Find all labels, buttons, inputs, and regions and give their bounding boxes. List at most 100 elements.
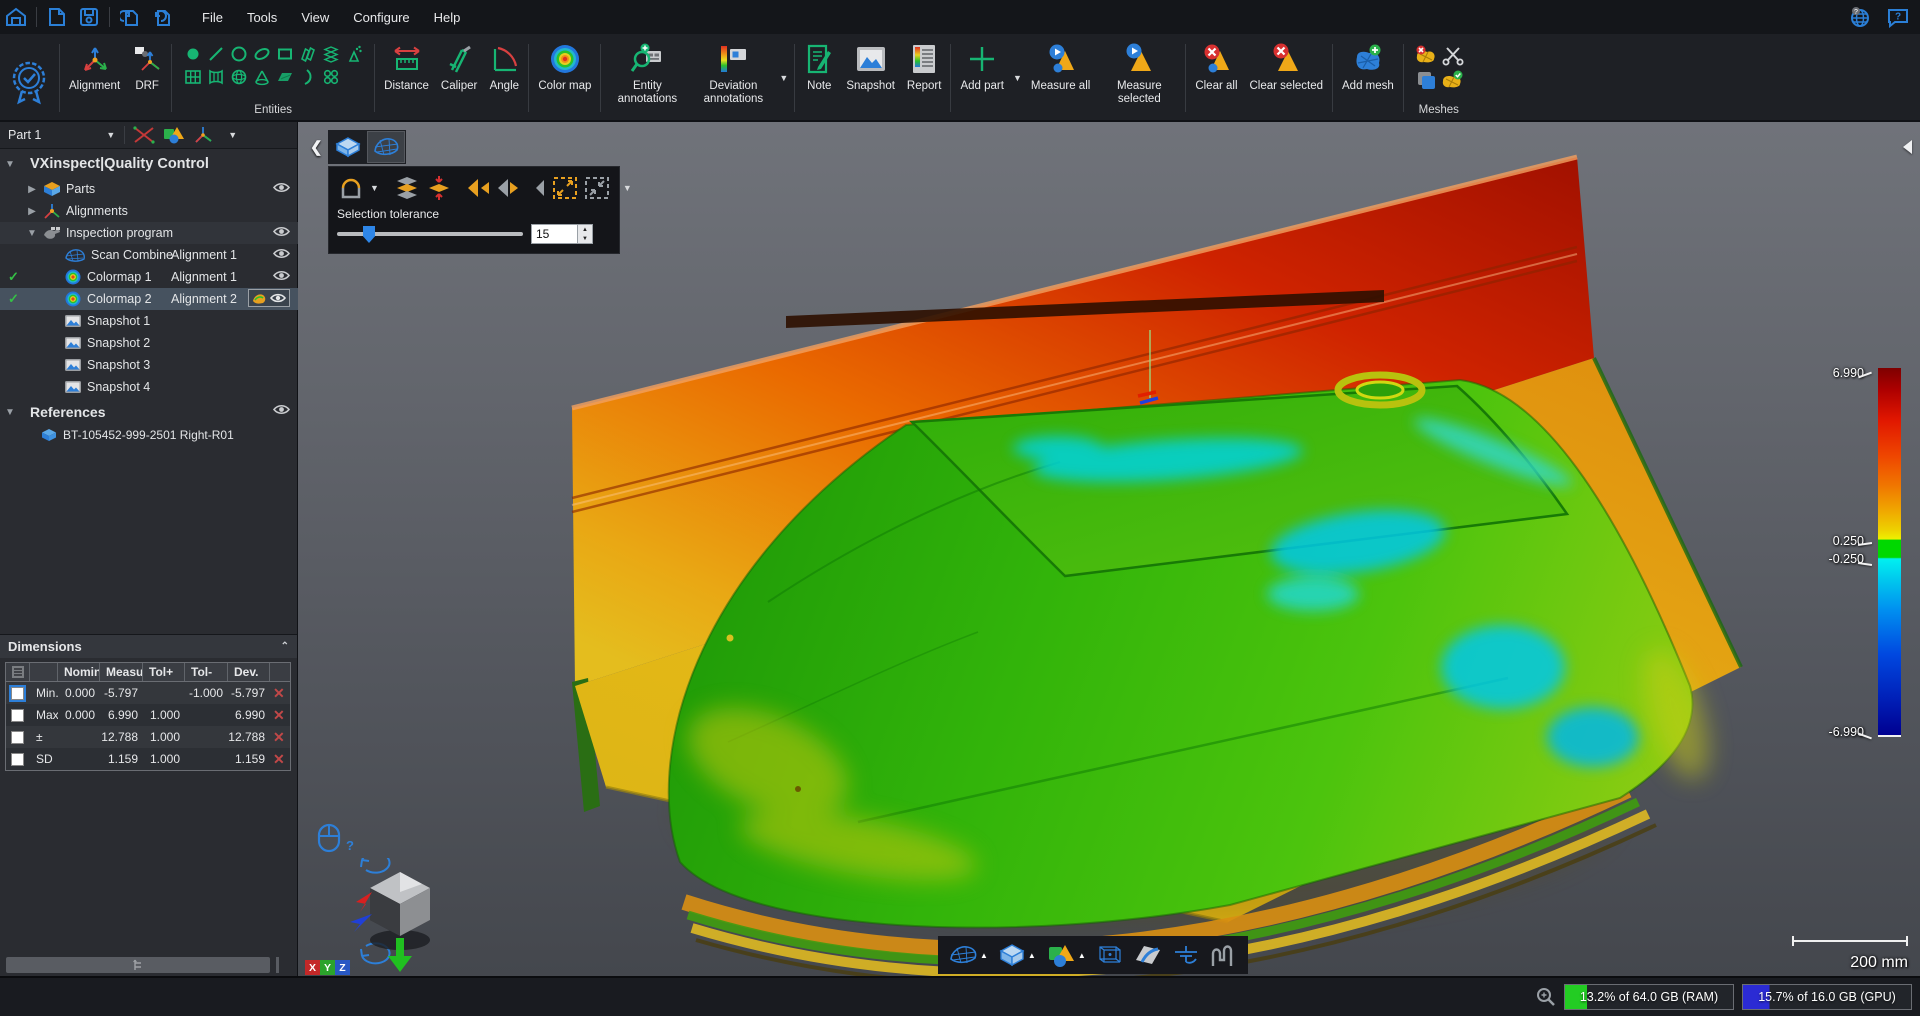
entity-grid-button[interactable] — [183, 62, 203, 92]
visibility-eye-icon[interactable] — [269, 291, 287, 305]
tree-item-scan-combine[interactable]: Scan Combine Alignment 1 — [0, 244, 298, 266]
home-button[interactable] — [0, 4, 32, 30]
collapse-chevron-icon[interactable]: ⌃ — [281, 641, 289, 652]
row-checkbox[interactable] — [11, 753, 24, 766]
menu-tools[interactable]: Tools — [237, 6, 287, 29]
menu-help[interactable]: Help — [424, 6, 471, 29]
tree-section-references[interactable]: ▼ References — [0, 400, 298, 424]
entities-filter-icon[interactable] — [161, 125, 187, 145]
entity-pattern-button[interactable] — [321, 62, 341, 92]
dimension-row-plusminus[interactable]: ± 12.788 1.000 12.788 ✕ — [6, 726, 290, 748]
angle-button[interactable]: Angle — [483, 36, 525, 120]
part-display-button[interactable]: ▲ — [996, 942, 1038, 968]
part-selector-caret[interactable]: ▼ — [103, 130, 118, 140]
selection-mode-caret[interactable]: ▼ — [367, 183, 382, 193]
clear-all-button[interactable]: Clear all — [1189, 36, 1243, 120]
dimensions-panel-header[interactable]: Dimensions ⌃ — [0, 634, 297, 658]
select-through-button[interactable] — [392, 173, 422, 203]
menu-configure[interactable]: Configure — [343, 6, 419, 29]
histogram-button[interactable] — [1208, 942, 1240, 968]
entities-display-button[interactable]: ▲ — [1044, 942, 1088, 968]
tree-item-colormap-1[interactable]: ✓ Colormap 1 Alignment 1 — [0, 266, 298, 288]
entity-cone-button[interactable] — [252, 62, 272, 92]
dimension-row-sd[interactable]: SD 1.159 1.000 1.159 ✕ — [6, 748, 290, 770]
free-selection-button[interactable] — [337, 173, 365, 203]
visibility-eye-icon[interactable] — [272, 224, 291, 239]
mesh-display-button[interactable]: ▲ — [946, 942, 990, 968]
visibility-eye-icon[interactable] — [272, 268, 291, 283]
row-checkbox[interactable] — [11, 687, 24, 700]
entity-sphere-button[interactable] — [229, 62, 249, 92]
mouse-help-button[interactable]: ? — [316, 822, 356, 856]
row-checkbox[interactable] — [11, 731, 24, 744]
measure-all-button[interactable]: Measure all — [1025, 36, 1096, 120]
tree-item-snapshot-3[interactable]: Snapshot 3 — [0, 354, 298, 376]
grow-selection-button[interactable] — [550, 173, 580, 203]
tree-item-reference-part[interactable]: BT-105452-999-2501 Right-R01 — [0, 424, 298, 446]
dropdown-caret[interactable]: ▲ — [980, 951, 988, 960]
selection-options-caret[interactable]: ▼ — [620, 183, 635, 193]
deselect-button[interactable] — [494, 173, 522, 203]
deviation-annotations-button[interactable]: Deviation annotations — [690, 36, 776, 120]
alignment-filter-icon[interactable] — [191, 125, 215, 145]
entity-surface-button[interactable] — [275, 62, 295, 92]
import-session-button[interactable] — [114, 4, 146, 30]
help-chat-button[interactable]: ? — [1882, 4, 1914, 30]
add-mesh-button[interactable]: Add mesh — [1336, 36, 1400, 120]
snapshot-button[interactable]: Snapshot — [840, 36, 901, 120]
add-part-button[interactable]: Add part — [954, 36, 1009, 120]
add-part-dropdown-caret[interactable]: ▼ — [1010, 73, 1025, 83]
dropdown-caret[interactable]: ▲ — [1028, 951, 1036, 960]
colormap-button[interactable]: Color map — [532, 36, 597, 120]
entity-point-cloud-button[interactable] — [344, 39, 364, 69]
select-visible-button[interactable] — [424, 173, 454, 203]
previous-selection-button[interactable] — [532, 173, 548, 203]
note-button[interactable]: Note — [798, 36, 840, 120]
tree-item-snapshot-1[interactable]: Snapshot 1 — [0, 310, 298, 332]
tree-item-parts[interactable]: ▶ Parts — [0, 178, 298, 200]
fail-status-icon[interactable]: ✕ — [270, 729, 285, 746]
tree-item-snapshot-2[interactable]: Snapshot 2 — [0, 332, 298, 354]
drf-button[interactable]: DRF — [126, 36, 168, 120]
navigation-cube[interactable] — [326, 858, 456, 976]
row-checkbox[interactable] — [11, 709, 24, 722]
tree-item-inspection-program[interactable]: ▼ Inspection program — [0, 222, 298, 244]
tree-root-vxinspect[interactable]: ▼ VXinspect|Quality Control — [0, 152, 298, 176]
scan-cross-icon[interactable] — [131, 125, 157, 145]
tab-mesh-view[interactable] — [368, 132, 404, 162]
tree-item-alignments[interactable]: ▶ Alignments — [0, 200, 298, 222]
export-session-button[interactable] — [146, 4, 178, 30]
shrink-selection-button[interactable] — [582, 173, 612, 203]
merge-mesh-button[interactable] — [1413, 65, 1439, 95]
menu-view[interactable]: View — [291, 6, 339, 29]
caliper-button[interactable]: Caliper — [435, 36, 483, 120]
validate-mesh-button[interactable] — [1439, 65, 1465, 95]
part-selector-value[interactable]: Part 1 — [0, 128, 41, 142]
tree-item-snapshot-4[interactable]: Snapshot 4 — [0, 376, 298, 398]
report-button[interactable]: Report — [901, 36, 948, 120]
language-globe-button[interactable]: ? — [1844, 4, 1876, 30]
tolerance-input[interactable] — [532, 225, 577, 243]
menu-file[interactable]: File — [192, 6, 233, 29]
spin-down-button[interactable]: ▼ — [578, 234, 592, 243]
save-button[interactable] — [73, 4, 105, 30]
visibility-eye-icon[interactable] — [272, 180, 291, 195]
collapse-left-chevron[interactable]: ❮ — [310, 138, 323, 156]
fail-status-icon[interactable]: ✕ — [270, 685, 285, 702]
bounding-box-button[interactable] — [1094, 942, 1126, 968]
colormap-badge-icon[interactable] — [251, 291, 267, 305]
spin-up-button[interactable]: ▲ — [578, 225, 592, 234]
quality-control-badge-button[interactable] — [2, 36, 56, 120]
measure-selected-button[interactable]: Measure selected — [1096, 36, 1182, 120]
invert-selection-button[interactable] — [464, 173, 492, 203]
visibility-eye-icon[interactable] — [272, 246, 291, 261]
tree-item-colormap-2-selected[interactable]: ✓ Colormap 2 Alignment 2 — [0, 288, 298, 310]
distance-button[interactable]: Distance — [378, 36, 435, 120]
dropdown-caret[interactable]: ▲ — [1078, 951, 1086, 960]
entity-curve-button[interactable] — [298, 62, 318, 92]
alignment-button[interactable]: Alignment — [63, 36, 126, 120]
annotations-dropdown-caret[interactable]: ▼ — [776, 73, 791, 83]
dimension-row-min[interactable]: Min. 0.000 -5.797 -1.000 -5.797 ✕ — [6, 682, 290, 704]
fail-status-icon[interactable]: ✕ — [270, 707, 285, 724]
new-file-button[interactable] — [41, 4, 73, 30]
